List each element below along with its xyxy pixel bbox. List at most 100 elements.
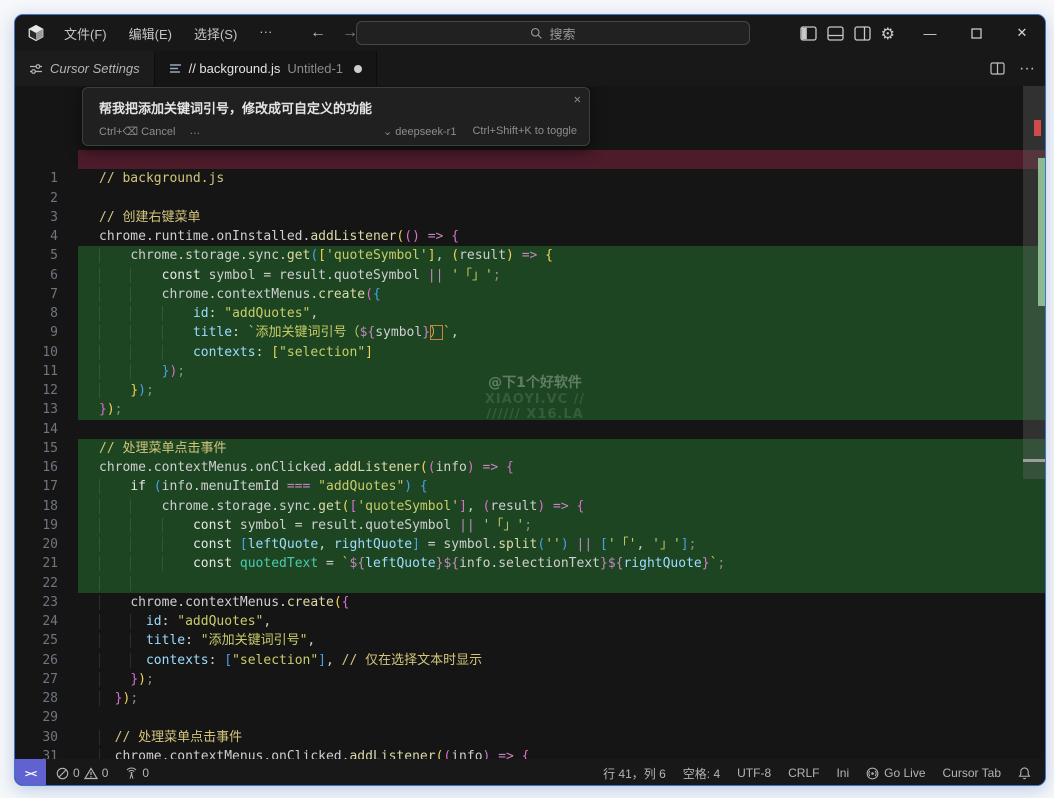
line-content[interactable]: chrome.storage.sync.get(['quoteSymbol'],… [78, 246, 1045, 265]
code-line-21[interactable]: 21 const quotedText = `${leftQuote}${inf… [15, 554, 1045, 573]
code-line-31[interactable]: 31 chrome.contextMenus.onClicked.addList… [15, 747, 1045, 759]
code-line-14[interactable]: 14 [15, 420, 1045, 439]
code-line-8[interactable]: 8 id: "addQuotes", [15, 304, 1045, 323]
code-line-22[interactable]: 22 [15, 574, 1045, 593]
toggle-panel-icon[interactable] [827, 26, 844, 41]
code-line-23[interactable]: 23 chrome.contextMenus.create({ [15, 593, 1045, 612]
tab-background-js[interactable]: // background.js Untitled-1 [155, 51, 377, 86]
line-content[interactable]: // background.js [78, 169, 1045, 188]
line-number[interactable]: 21 [15, 554, 58, 573]
code-line-9[interactable]: 9 title: `添加关键词引号（${symbol}）`, [15, 323, 1045, 342]
deleted-lines-band[interactable] [15, 150, 1045, 169]
line-content[interactable] [78, 574, 1045, 593]
code-line-15[interactable]: 15 // 处理菜单点击事件 [15, 439, 1045, 458]
line-number[interactable]: 25 [15, 631, 58, 650]
line-content[interactable]: const quotedText = `${leftQuote}${info.s… [78, 554, 1045, 573]
line-number[interactable]: 19 [15, 516, 58, 535]
tab-cursor-settings[interactable]: Cursor Settings [15, 51, 155, 86]
bell-icon[interactable] [1018, 766, 1031, 780]
code-line-19[interactable]: 19 const symbol = result.quoteSymbol || … [15, 516, 1045, 535]
line-number[interactable]: 15 [15, 439, 58, 458]
line-number[interactable]: 27 [15, 670, 58, 689]
line-content[interactable]: // 创建右键菜单 [78, 208, 1045, 227]
minimize-button[interactable]: — [907, 15, 953, 51]
code-line-10[interactable]: 10 contexts: ["selection"] [15, 343, 1045, 362]
line-content[interactable]: id: "addQuotes", [78, 612, 1045, 631]
close-icon[interactable]: ✕ [574, 92, 581, 106]
code-line-24[interactable]: 24 id: "addQuotes", [15, 612, 1045, 631]
line-number[interactable]: 2 [15, 189, 58, 208]
editor[interactable]: 帮我把添加关键词引号，修改成可自定义的功能 ✕ Ctrl+⌫ Cancel … … [15, 86, 1045, 759]
prompt-cancel[interactable]: Ctrl+⌫ Cancel [99, 125, 175, 138]
menu-file[interactable]: 文件(F) [55, 21, 116, 46]
line-content[interactable]: contexts: ["selection"], // 仅在选择文本时显示 [78, 651, 1045, 670]
menu-edit[interactable]: 编辑(E) [120, 21, 181, 46]
model-selector[interactable]: ⌄ deepseek-r1 [383, 125, 456, 138]
line-number[interactable] [15, 150, 58, 169]
line-number[interactable]: 24 [15, 612, 58, 631]
line-content[interactable]: contexts: ["selection"] [78, 343, 1045, 362]
language-mode[interactable]: Ini [836, 766, 849, 780]
line-content[interactable]: if (info.menuItemId === "addQuotes") { [78, 477, 1045, 496]
line-number[interactable]: 26 [15, 651, 58, 670]
scrollbar[interactable] [1023, 86, 1045, 759]
line-number[interactable]: 30 [15, 728, 58, 747]
line-content[interactable]: const symbol = result.quoteSymbol || '「」… [78, 266, 1045, 285]
code-line-27[interactable]: 27 }); [15, 670, 1045, 689]
code-line-6[interactable]: 6 const symbol = result.quoteSymbol || '… [15, 266, 1045, 285]
code-line-1[interactable]: 1// background.js [15, 169, 1045, 188]
close-button[interactable]: ✕ [999, 15, 1045, 51]
cursor-position[interactable]: 行 41，列 6 [603, 765, 666, 782]
cursor-tab-toggle[interactable]: Cursor Tab [943, 766, 1001, 780]
toggle-sidebar-icon[interactable] [800, 26, 817, 41]
line-number[interactable]: 31 [15, 747, 58, 759]
indentation[interactable]: 空格: 4 [683, 765, 720, 782]
line-number[interactable]: 23 [15, 593, 58, 612]
line-content[interactable] [78, 708, 1045, 727]
remote-indicator[interactable]: >< [15, 759, 46, 786]
code-line-18[interactable]: 18 chrome.storage.sync.get(['quoteSymbol… [15, 497, 1045, 516]
ports-indicator[interactable]: 0 [125, 766, 149, 780]
line-content[interactable]: title: `添加关键词引号（${symbol}）`, [78, 323, 1045, 342]
line-number[interactable]: 4 [15, 227, 58, 246]
line-content[interactable]: id: "addQuotes", [78, 304, 1045, 323]
eol-sequence[interactable]: CRLF [788, 766, 819, 780]
line-number[interactable]: 7 [15, 285, 58, 304]
command-center-search[interactable]: 搜索 [356, 21, 750, 45]
line-number[interactable]: 9 [15, 323, 58, 342]
back-arrow-icon[interactable]: ← [310, 24, 326, 42]
code-line-11[interactable]: 11 }); [15, 362, 1045, 381]
inline-ai-prompt[interactable]: 帮我把添加关键词引号，修改成可自定义的功能 ✕ Ctrl+⌫ Cancel … … [82, 87, 590, 146]
line-content[interactable]: chrome.contextMenus.create({ [78, 285, 1045, 304]
line-content[interactable]: chrome.contextMenus.onClicked.addListene… [78, 458, 1045, 477]
line-content[interactable]: chrome.runtime.onInstalled.addListener((… [78, 227, 1045, 246]
line-content[interactable]: chrome.contextMenus.create({ [78, 593, 1045, 612]
code-line-7[interactable]: 7 chrome.contextMenus.create({ [15, 285, 1045, 304]
line-content[interactable]: }); [78, 670, 1045, 689]
line-content[interactable]: title: "添加关键词引号", [78, 631, 1045, 650]
code-line-2[interactable]: 2 [15, 189, 1045, 208]
code-line-25[interactable]: 25 title: "添加关键词引号", [15, 631, 1045, 650]
line-number[interactable]: 22 [15, 574, 58, 593]
line-number[interactable]: 18 [15, 497, 58, 516]
line-content[interactable]: // 处理菜单点击事件 [78, 728, 1045, 747]
line-content[interactable]: }); [78, 400, 1045, 419]
maximize-button[interactable] [953, 15, 999, 51]
code-line-29[interactable]: 29 [15, 708, 1045, 727]
code-line-30[interactable]: 30 // 处理菜单点击事件 [15, 728, 1045, 747]
code-line-20[interactable]: 20 const [leftQuote, rightQuote] = symbo… [15, 535, 1045, 554]
line-content[interactable] [78, 189, 1045, 208]
code-line-5[interactable]: 5 chrome.storage.sync.get(['quoteSymbol'… [15, 246, 1045, 265]
menu-more[interactable]: ··· [250, 21, 281, 46]
code-line-26[interactable]: 26 contexts: ["selection"], // 仅在选择文本时显示 [15, 651, 1045, 670]
line-content[interactable]: }); [78, 362, 1045, 381]
line-number[interactable]: 29 [15, 708, 58, 727]
code-line-17[interactable]: 17 if (info.menuItemId === "addQuotes") … [15, 477, 1045, 496]
line-content[interactable]: }); [78, 381, 1045, 400]
line-content[interactable]: // 处理菜单点击事件 [78, 439, 1045, 458]
code-line-4[interactable]: 4 chrome.runtime.onInstalled.addListener(… [15, 227, 1045, 246]
code-line-3[interactable]: 3// 创建右键菜单 [15, 208, 1045, 227]
line-number[interactable]: 13 [15, 400, 58, 419]
line-number[interactable]: 11 [15, 362, 58, 381]
more-actions-icon[interactable]: ··· [1019, 60, 1035, 78]
